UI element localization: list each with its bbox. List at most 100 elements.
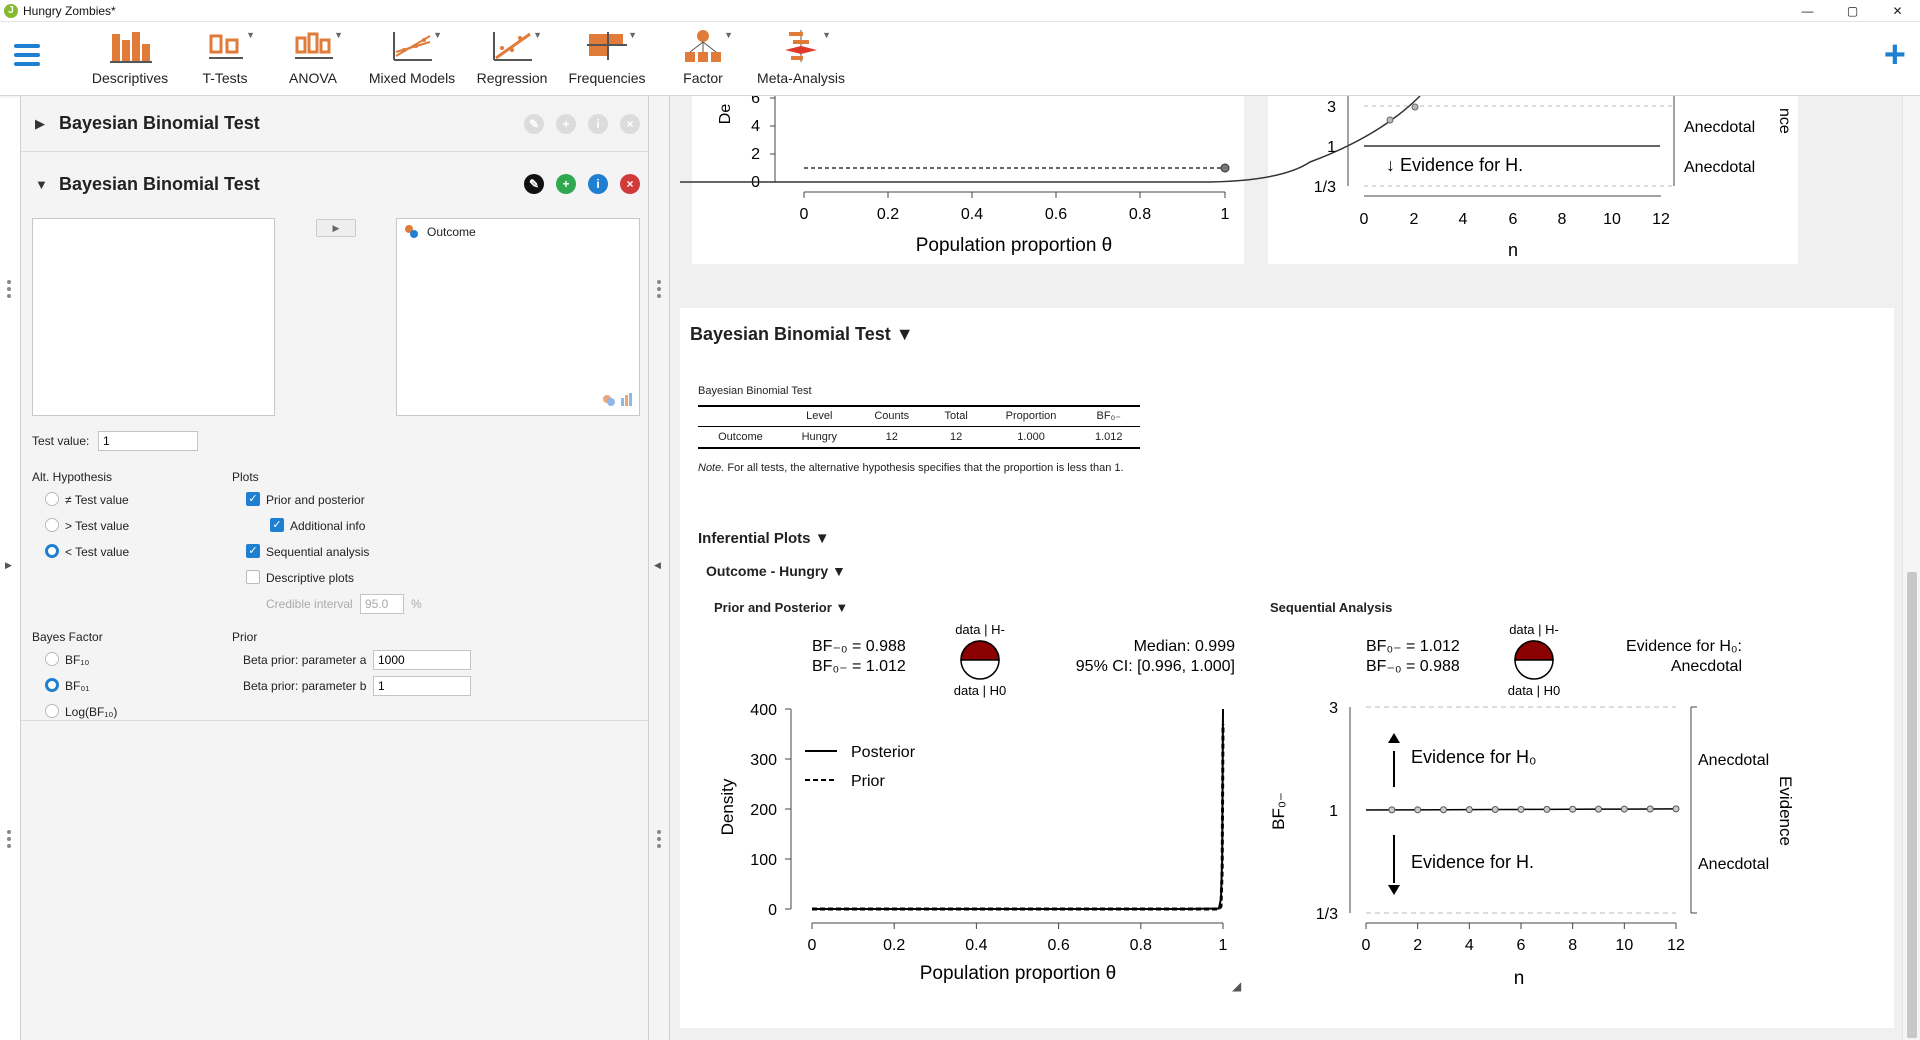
pp-ytick-label: 0 [768, 902, 777, 919]
add-module-icon[interactable]: + [1884, 36, 1906, 74]
duplicate-icon[interactable]: + [556, 114, 576, 134]
results-section-title[interactable]: Bayesian Binomial Test ▼ [690, 324, 914, 345]
collapse-arrow-icon[interactable]: ▼ [35, 177, 53, 192]
bf01-radio[interactable] [45, 678, 59, 692]
col-header-bf: BF₀₋ [1077, 405, 1140, 427]
bf10-radio[interactable] [45, 652, 59, 666]
remove-icon[interactable]: × [620, 114, 640, 134]
middle-splitter-handle-lower[interactable] [657, 830, 663, 851]
ribbon-regression[interactable]: ▼ Regression [474, 28, 550, 92]
pp-xtick-label: 0.6 [1047, 937, 1069, 954]
cell-bf: 1.012 [1077, 426, 1140, 449]
alt-hypothesis-not-equal-radio[interactable] [45, 492, 59, 506]
left-splitter-handle-lower[interactable] [7, 830, 13, 851]
pp-xlabel: Population proportion θ [920, 963, 1116, 984]
prior-posterior-title[interactable]: Prior and Posterior ▼ [714, 600, 848, 615]
pp-xticks: 0 0.2 0.4 0.6 0.8 1 [808, 923, 1228, 954]
alt-hypothesis-greater-label: > Test value [65, 519, 130, 533]
table-note: Note. For all tests, the alternative hyp… [698, 462, 1140, 475]
seq-xtick-label: 10 [1615, 937, 1633, 954]
info-icon[interactable]: i [588, 114, 608, 134]
expanded-analysis-header[interactable]: ▼ Bayesian Binomial Test ✎ + i × [21, 156, 648, 212]
pp-xtick-label: 0 [808, 937, 817, 954]
seq-point [1491, 806, 1499, 814]
prior-b-input[interactable] [373, 676, 471, 696]
alt-hypothesis-less-radio[interactable] [45, 544, 59, 558]
test-value-input[interactable] [98, 431, 198, 451]
minimize-button[interactable]: — [1785, 0, 1830, 22]
ribbon-descriptives[interactable]: Descriptives [90, 28, 170, 92]
edit-title-icon[interactable]: ✎ [524, 174, 544, 194]
edit-title-icon[interactable]: ✎ [524, 114, 544, 134]
allowed-types-icon [603, 392, 633, 411]
top-left-yticks: 0 2 4 6 [751, 96, 775, 191]
log-bf10-radio[interactable] [45, 704, 59, 718]
alt-hypothesis-greater-radio[interactable] [45, 518, 59, 532]
expanded-header-icons: ✎ + i × [524, 174, 640, 194]
prior-posterior-plot: BF₋₀ = 0.988 BF₀₋ = 1.012 data | H- data… [718, 622, 1242, 993]
top-left-xtick-5: 1 [1221, 206, 1230, 223]
t-tests-icon: ▼ [203, 28, 255, 64]
info-icon[interactable]: i [588, 174, 608, 194]
inferential-plots-title[interactable]: Inferential Plots ▼ [698, 530, 830, 547]
analysis-options-pane: ▶ Bayesian Binomial Test ✎ + i × ▼ Bayes… [20, 96, 649, 1040]
prior-posterior-checkbox[interactable]: ✓ [246, 492, 260, 506]
top-right-xlabel: n [1508, 240, 1518, 260]
top-right-evidence-text: ↓ Evidence for H. [1386, 155, 1523, 175]
seq-xlabel: n [1514, 968, 1525, 989]
results-scrollbar[interactable] [1902, 96, 1920, 1040]
credible-interval-input[interactable] [360, 594, 404, 614]
pp-xtick-label: 1 [1219, 937, 1228, 954]
ribbon-meta-analysis-label: Meta-Analysis [757, 70, 845, 86]
descriptive-plots-checkbox[interactable] [246, 570, 260, 584]
ribbon-meta-analysis[interactable]: ▼ Meta-Analysis [756, 28, 846, 92]
move-variable-button[interactable]: ▶ [316, 219, 356, 237]
ribbon-factor[interactable]: ▼ Factor [680, 28, 733, 92]
assigned-variables-list[interactable]: Outcome [396, 218, 640, 416]
expand-data-arrow-icon[interactable]: ▶ [5, 560, 12, 571]
top-left-xlabel: Population proportion θ [916, 235, 1112, 256]
prior-title: Prior [232, 630, 258, 644]
pp-xtick-label: 0.2 [883, 937, 905, 954]
variable-outcome[interactable]: Outcome [405, 225, 476, 239]
ribbon-frequencies[interactable]: ▼ Frequencies [566, 28, 648, 92]
pp-pie-bottom-label: data | H0 [954, 683, 1007, 698]
sequential-analysis-checkbox[interactable]: ✓ [246, 544, 260, 558]
ribbon-t-tests[interactable]: ▼ T-Tests [200, 28, 255, 92]
seq-evidence-line1: Evidence for H₀: [1626, 638, 1742, 655]
pp-bf-line1: BF₋₀ = 0.988 [812, 638, 906, 655]
seq-evidence-h0: Evidence for H₀ [1411, 747, 1537, 767]
close-button[interactable]: ✕ [1875, 0, 1920, 22]
sequential-analysis-label: Sequential analysis [266, 545, 370, 559]
resize-grip-icon[interactable]: ◢ [1232, 979, 1242, 993]
seq-point [1569, 805, 1577, 813]
prior-a-input[interactable] [373, 650, 471, 670]
seq-point [1672, 805, 1680, 813]
remove-icon[interactable]: × [620, 174, 640, 194]
ribbon-anova[interactable]: ▼ ANOVA [288, 28, 343, 92]
additional-info-checkbox[interactable]: ✓ [270, 518, 284, 532]
results-scrollbar-thumb[interactable] [1907, 572, 1917, 1038]
top-left-ytick-2: 4 [751, 118, 760, 135]
ribbon-mixed-models[interactable]: ▼ Mixed Models [366, 28, 458, 92]
top-left-xticks: 0 0.2 0.4 0.6 0.8 1 [800, 192, 1230, 223]
hamburger-menu-icon[interactable] [14, 44, 40, 70]
cell-counts: 12 [855, 426, 928, 449]
collapsed-analysis-header[interactable]: ▶ Bayesian Binomial Test ✎ + i × [21, 96, 648, 152]
available-variables-list[interactable] [32, 218, 275, 416]
maximize-button[interactable]: ▢ [1830, 0, 1875, 22]
outcome-hungry-title[interactable]: Outcome - Hungry ▼ [706, 563, 846, 579]
collapse-options-arrow-icon[interactable]: ◀ [654, 560, 661, 571]
seq-xticks: 0 2 4 6 8 10 12 [1362, 923, 1685, 954]
top-right-point-1 [1386, 116, 1394, 124]
cell-level: Hungry [782, 426, 856, 449]
duplicate-icon[interactable]: + [556, 174, 576, 194]
pp-xtick-label: 0.4 [965, 937, 987, 954]
seq-evidence-line2: Anecdotal [1671, 658, 1742, 675]
table-note-text: For all tests, the alternative hypothesi… [724, 462, 1124, 474]
left-splitter-handle[interactable] [7, 280, 13, 301]
middle-splitter-handle[interactable] [657, 280, 663, 301]
expand-arrow-icon[interactable]: ▶ [35, 116, 53, 132]
top-right-xtick-0: 0 [1360, 211, 1369, 228]
seq-pie-top-label: data | H- [1509, 622, 1559, 637]
